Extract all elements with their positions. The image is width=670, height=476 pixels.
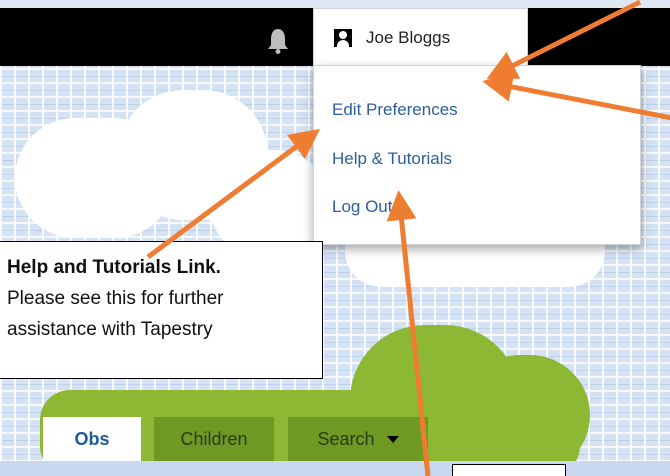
arrow-to-help-tutorials [146,129,321,260]
arrow-to-user-menu [486,0,642,79]
arrow-to-log-out [386,190,431,476]
annotation-arrows [146,0,670,476]
screenshot-frame: Obs Children Search Joe Bloggs Edit Pref… [0,0,670,476]
arrow-to-edit-preferences [482,72,670,121]
